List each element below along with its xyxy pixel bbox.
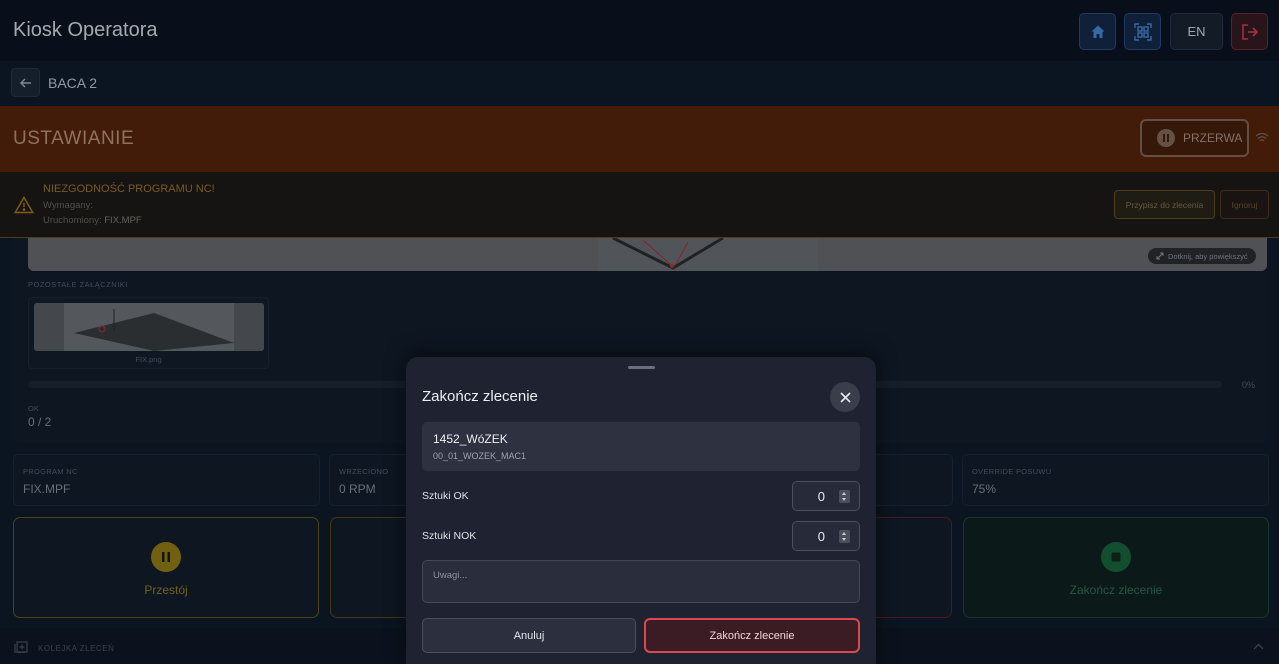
close-button[interactable] [830, 382, 860, 412]
nok-pieces-stepper[interactable]: 0 [792, 521, 860, 551]
ok-pieces-stepper[interactable]: 0 [792, 481, 860, 511]
ok-pieces-value: 0 [817, 489, 825, 504]
close-icon [839, 391, 851, 403]
order-program: 00_01_WOZEK_MAC1 [433, 451, 527, 461]
spinner-arrows-icon[interactable] [839, 530, 850, 543]
order-summary: 1452_WóZEK 00_01_WOZEK_MAC1 [422, 422, 860, 471]
ok-pieces-label: Sztuki OK [422, 490, 469, 502]
confirm-finish-button[interactable]: Zakończ zlecenie [644, 618, 860, 653]
nok-pieces-label: Sztuki NOK [422, 530, 477, 542]
finish-order-modal: Zakończ zlecenie 1452_WóZEK 00_01_WOZEK_… [406, 357, 876, 664]
modal-title: Zakończ zlecenie [422, 388, 538, 405]
nok-pieces-value: 0 [817, 529, 825, 544]
order-number: 1452_WóZEK [433, 432, 508, 446]
notes-field[interactable] [422, 560, 860, 603]
cancel-button[interactable]: Anuluj [422, 618, 636, 653]
spinner-arrows-icon[interactable] [839, 490, 850, 503]
drag-handle[interactable] [628, 366, 655, 369]
